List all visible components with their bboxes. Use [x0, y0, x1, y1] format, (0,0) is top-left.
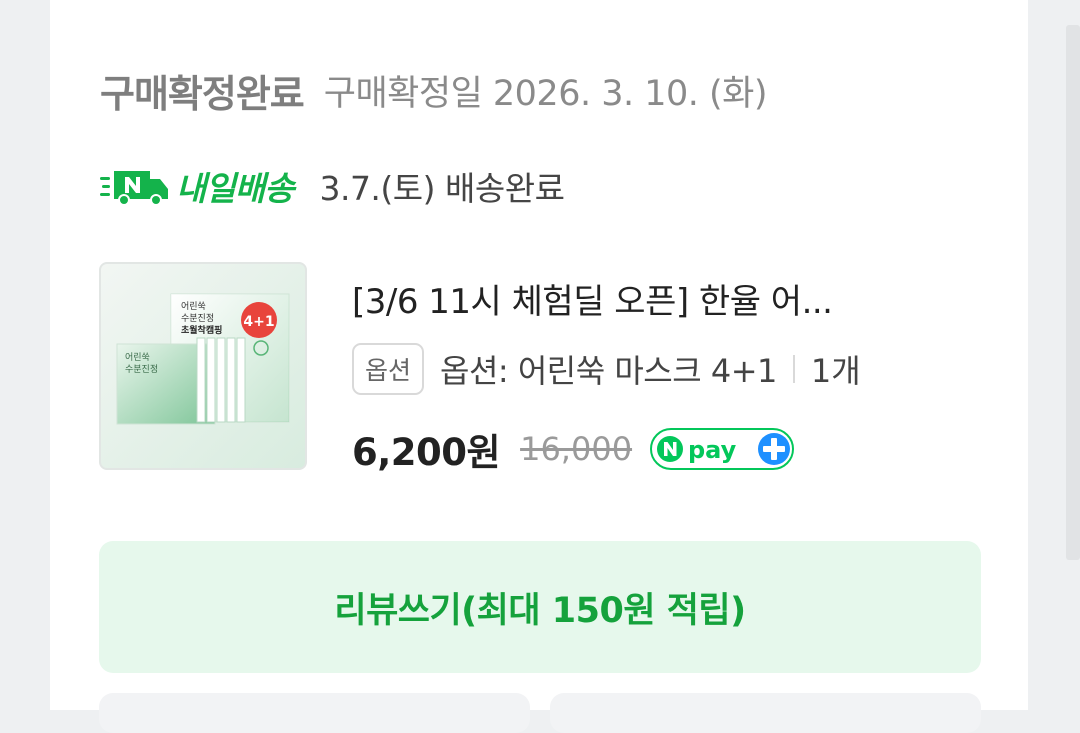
npay-plus-icon: pay [650, 428, 795, 470]
delivery-service-name: 내일배송 [176, 169, 294, 208]
price-row: 6,200원 16,000 pay [352, 420, 795, 478]
scrollbar[interactable] [1066, 25, 1080, 560]
thumb-box-text-1: 어린쑥 [181, 301, 206, 312]
option-badge: 옵션 [352, 343, 425, 395]
original-price: 16,000 [520, 430, 633, 468]
write-review-button[interactable]: 리뷰쓰기(최대 150원 적립) [99, 541, 981, 673]
product-thumbnail[interactable]: 어린쑥 수분진정 초월착캠핑 4+1 어린쑥 수분진정 [99, 262, 307, 470]
secondary-button-left[interactable] [99, 693, 530, 733]
thumb-box-text-3: 초월착캠핑 [181, 324, 222, 336]
option-divider [792, 355, 795, 383]
delivery-row: 내일배송 3.7.(토) 배송완료 [100, 158, 565, 214]
quantity: 1개 [810, 352, 861, 390]
delivery-status: 3.7.(토) 배송완료 [319, 169, 565, 208]
svg-text:pay: pay [688, 436, 737, 464]
secondary-button-right[interactable] [550, 693, 981, 733]
n-delivery-truck-icon [100, 165, 172, 207]
order-status-title: 구매확정완료 [100, 71, 305, 116]
product-option-row: 옵션 옵션: 어린쑥 마스크 4+1 1개 [352, 340, 861, 398]
thumb-pack-text-2: 수분진정 [125, 364, 158, 375]
purchase-confirm-date: 구매확정일 2026. 3. 10. (화) [323, 73, 768, 114]
option-text: 옵션: 어린쑥 마스크 4+1 [440, 352, 777, 390]
product-title-row[interactable]: [3/6 11시 체험딜 오픈] 한율 어... [352, 270, 992, 326]
sale-price: 6,200원 [352, 431, 501, 474]
product-title[interactable]: [3/6 11시 체험딜 오픈] 한율 어... [352, 274, 833, 323]
thumb-promo-badge: 4+1 [243, 314, 274, 330]
order-status-row: 구매확정완료 구매확정일 2026. 3. 10. (화) [100, 62, 768, 118]
thumb-pack-text-1: 어린쑥 [125, 352, 150, 363]
thumb-box-text-2: 수분진정 [181, 313, 214, 324]
